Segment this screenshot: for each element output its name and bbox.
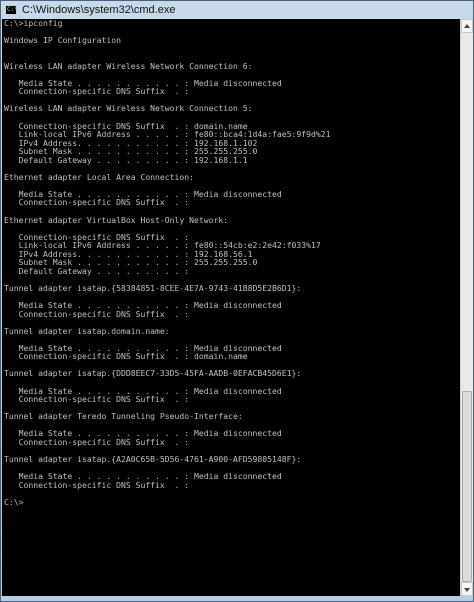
console-line: Connection-specific DNS Suffix . :: [4, 479, 190, 490]
console-line: Connection-specific DNS Suffix . :: [4, 308, 190, 319]
console-area[interactable]: C:\>ipconfig Windows IP Configuration Wi…: [2, 19, 460, 596]
console-line: Windows IP Configuration: [4, 35, 121, 46]
console-line: Connection-specific DNS Suffix . : domai…: [4, 351, 248, 362]
vertical-scrollbar[interactable]: [460, 19, 473, 596]
window-bottom-border: [1, 596, 473, 601]
console-line: Connection-specific DNS Suffix . :: [4, 197, 190, 208]
console-line: C:\>: [4, 496, 24, 507]
console-line: Connection-specific DNS Suffix . :: [4, 86, 190, 97]
scroll-up-arrow-icon[interactable]: [461, 19, 473, 33]
console-output: C:\>ipconfig Windows IP Configuration Wi…: [4, 19, 330, 506]
console-line: Tunnel adapter isatap.{A2A0C65B-5D56-476…: [4, 453, 302, 464]
console-line: Tunnel adapter isatap.{58384851-8CEE-4E7…: [4, 282, 302, 293]
console-line: Tunnel adapter isatap.{DDD8EEC7-33D5-45F…: [4, 368, 302, 379]
cmd-window: C:\ C:\Windows\system32\cmd.exe C:\>ipco…: [0, 0, 474, 602]
console-line: Connection-specific DNS Suffix . :: [4, 394, 190, 405]
console-line: Wireless LAN adapter Wireless Network Co…: [4, 60, 253, 71]
title-bar[interactable]: C:\ C:\Windows\system32\cmd.exe: [1, 1, 473, 19]
console-line: C:\>ipconfig: [4, 19, 63, 28]
console-line: Connection-specific DNS Suffix . :: [4, 436, 190, 447]
console-line: Default Gateway . . . . . . . . . :: [4, 265, 190, 276]
cmd-icon[interactable]: C:\: [5, 5, 18, 15]
console-line: Default Gateway . . . . . . . . . : 192.…: [4, 154, 248, 165]
console-line: Tunnel adapter isatap.domain.name:: [4, 325, 170, 336]
scroll-thumb[interactable]: [462, 391, 472, 582]
scroll-down-arrow-icon[interactable]: [461, 582, 473, 596]
window-title: C:\Windows\system32\cmd.exe: [22, 4, 176, 16]
console-line: Tunnel adapter Teredo Tunneling Pseudo-I…: [4, 411, 243, 422]
console-line: Ethernet adapter VirtualBox Host-Only Ne…: [4, 214, 229, 225]
console-line: Wireless LAN adapter Wireless Network Co…: [4, 103, 253, 114]
console-line: Ethernet adapter Local Area Connection:: [4, 171, 195, 182]
